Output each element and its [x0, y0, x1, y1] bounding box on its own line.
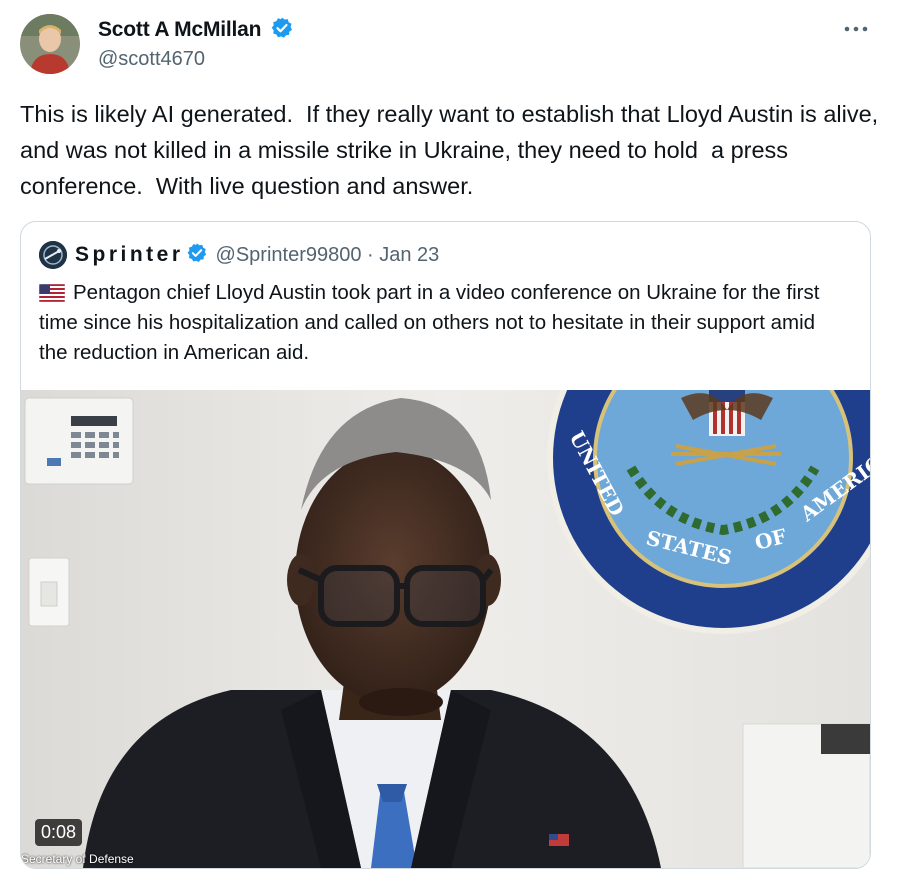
video-player[interactable]: UNITED STATES OF AMERICA 0:08 Secretary … — [21, 390, 870, 868]
video-caption: Secretary of Defense — [21, 852, 134, 866]
video-duration-badge: 0:08 — [35, 819, 83, 846]
quoted-tweet-body: Pentagon chief Lloyd Austin took part in… — [39, 281, 820, 364]
quoted-author-handle-date[interactable]: @Sprinter99800 · Jan 23 — [216, 244, 440, 267]
quoted-tweet-text: Pentagon chief Lloyd Austin took part in… — [38, 278, 849, 368]
quoted-author-name[interactable]: Sprinter — [75, 243, 184, 267]
quoted-tweet-header: Sprinter @Sprinter99800 · Jan 23 — [39, 240, 439, 270]
author-handle[interactable]: @scott4670 — [98, 48, 205, 71]
author-avatar[interactable] — [20, 14, 80, 74]
verified-badge-icon — [270, 16, 294, 46]
author-name[interactable]: Scott A McMillan — [98, 16, 294, 46]
more-dots-icon[interactable] — [843, 14, 869, 40]
author-name-text[interactable]: Scott A McMillan — [98, 18, 261, 41]
video-frame: UNITED STATES OF AMERICA — [21, 390, 870, 868]
quoted-tweet[interactable]: Sprinter @Sprinter99800 · Jan 23 Pentago… — [20, 221, 871, 869]
us-flag-icon — [38, 281, 66, 303]
tweet-text: This is likely AI generated. If they rea… — [20, 101, 885, 199]
quoted-author-avatar[interactable] — [39, 241, 67, 269]
quoted-verified-badge-icon — [186, 242, 208, 269]
